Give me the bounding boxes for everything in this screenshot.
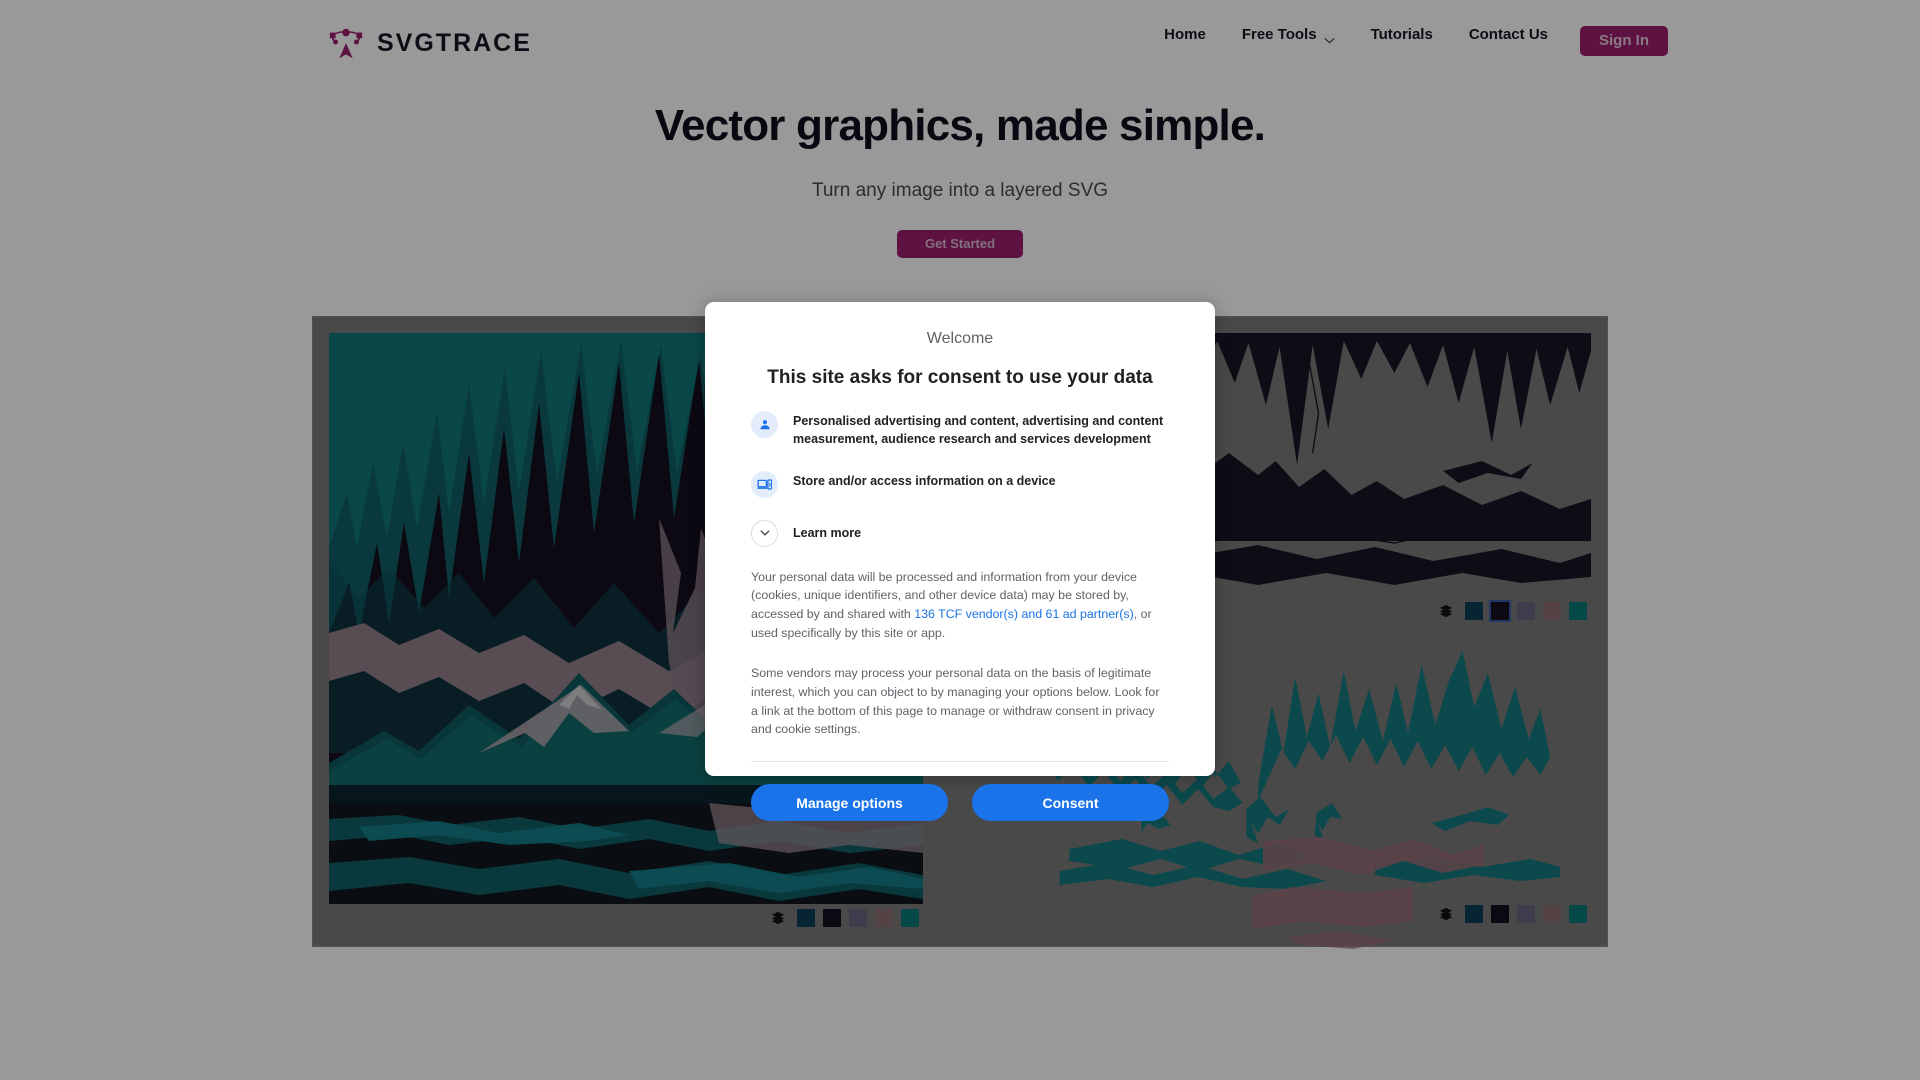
consent-purpose-storage: Store and/or access information on a dev… [751, 470, 1169, 498]
consent-purpose-advertising: Personalised advertising and content, ad… [751, 411, 1169, 449]
consent-paragraph-1: Your personal data will be processed and… [751, 568, 1169, 643]
learn-more-label: Learn more [793, 525, 862, 540]
consent-dialog-title: This site asks for consent to use your d… [767, 367, 1153, 388]
consent-divider [751, 761, 1169, 763]
page-root: SVGTRACE Home Free Tools Tutorials Conta… [0, 0, 1920, 1080]
consent-purpose-advertising-text: Personalised advertising and content, ad… [793, 414, 1164, 446]
consent-welcome-label: Welcome [926, 330, 994, 347]
tcf-vendors-link[interactable]: 136 TCF vendor(s) and 61 ad partner(s) [914, 607, 1133, 621]
consent-actions: Manage options Consent [751, 784, 1169, 822]
consent-purpose-storage-text: Store and/or access information on a dev… [793, 473, 1056, 488]
consent-dialog: Welcome This site asks for consent to us… [705, 302, 1215, 822]
chevron-down-circle-icon[interactable] [751, 519, 778, 547]
learn-more-row[interactable]: Learn more [751, 519, 1169, 547]
consent-button[interactable]: Consent [972, 784, 1169, 822]
manage-options-button[interactable]: Manage options [751, 784, 948, 822]
devices-icon [751, 470, 778, 498]
consent-paragraph-2: Some vendors may process your personal d… [751, 665, 1160, 737]
person-icon [751, 411, 778, 438]
